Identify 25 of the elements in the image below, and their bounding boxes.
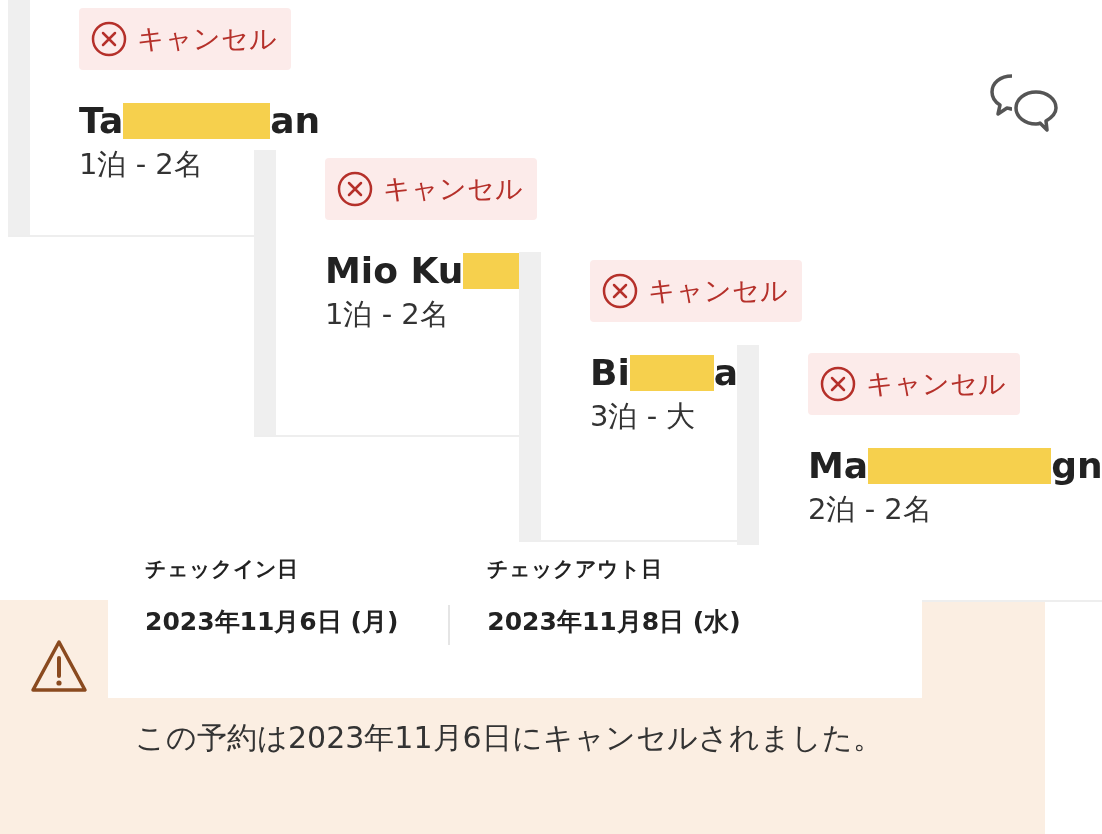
- guest-name: a: [713, 352, 739, 393]
- cancel-circle-icon: [602, 273, 638, 309]
- cancellation-message: この予約は2023年11月6日にキャンセルされました。: [135, 719, 884, 757]
- guest-name: Mio Ku: [325, 250, 464, 291]
- stay-summary: 2泊 - 2名: [808, 491, 932, 528]
- cancel-circle-icon: [91, 21, 127, 57]
- stay-summary: 1泊 - 2名: [79, 146, 203, 183]
- date-value: 2023年11月8日 (水): [487, 606, 741, 638]
- stay-summary: 3泊 - 大: [590, 398, 696, 435]
- status-label: キャンセル: [648, 274, 788, 308]
- date-label: チェックイン日: [145, 556, 299, 583]
- date-label: チェックアウト日: [487, 556, 664, 583]
- guest-name: Ma: [808, 445, 869, 486]
- warning-icon: [29, 638, 89, 694]
- cancel-circle-icon: [337, 171, 373, 207]
- status-label: キャンセル: [866, 367, 1006, 401]
- status-label: キャンセル: [383, 172, 523, 206]
- cancel-circle-icon: [820, 366, 856, 402]
- guest-name: an: [270, 100, 321, 141]
- guest-name: Bi: [590, 352, 630, 393]
- date-value: 2023年11月6日 (月): [145, 606, 399, 638]
- stay-summary: 1泊 - 2名: [325, 296, 449, 333]
- status-label: キャンセル: [137, 22, 277, 56]
- guest-name: gn: [1051, 445, 1102, 486]
- guest-name: Ta: [79, 100, 124, 141]
